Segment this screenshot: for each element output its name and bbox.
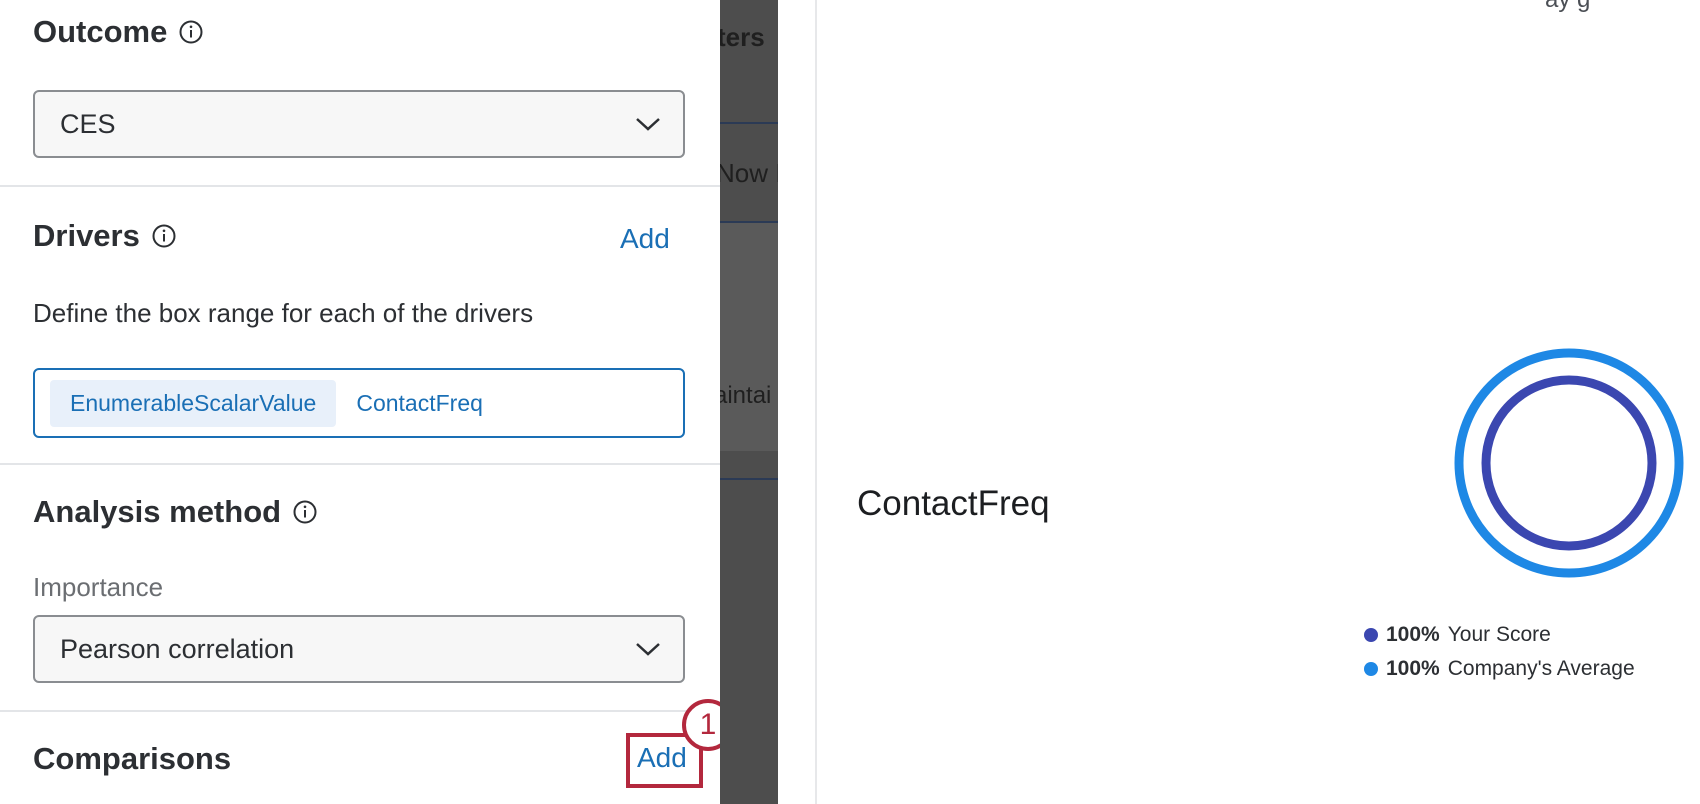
score-legend: 100% Your Score 100% Company's Average: [1364, 618, 1635, 686]
legend-company-average: 100% Company's Average: [1364, 652, 1635, 686]
importance-select-value: Pearson correlation: [60, 633, 295, 664]
divider: [0, 463, 720, 465]
widget-config-panel: Outcome CES Drivers Add Define the box r…: [0, 0, 720, 804]
your-score-label: Your Score: [1447, 623, 1551, 646]
truncated-header-text: ay g: [1545, 0, 1590, 14]
chevron-down-icon: [636, 118, 660, 131]
background-text-fragment: ters: [720, 22, 765, 52]
info-icon[interactable]: [152, 224, 176, 248]
outcome-select-value: CES: [60, 108, 116, 139]
driver-chip[interactable]: EnumerableScalarValue: [50, 379, 337, 427]
add-driver-button[interactable]: Add: [608, 217, 682, 261]
outcome-select[interactable]: CES: [33, 90, 685, 158]
legend-your-score: 100% Your Score: [1364, 618, 1635, 652]
company-average-ring: [1454, 348, 1684, 578]
divider: [0, 185, 720, 187]
comparisons-title: Comparisons: [33, 741, 232, 776]
drivers-heading: Drivers: [33, 218, 176, 254]
drivers-title: Drivers: [33, 218, 140, 253]
your-score-dot: [1364, 628, 1378, 642]
outcome-heading: Outcome: [33, 14, 203, 50]
company-average-dot: [1364, 662, 1378, 676]
background-text-fragment: aintai: [720, 382, 772, 409]
content-separator: [815, 0, 817, 804]
info-icon[interactable]: [179, 20, 203, 44]
background-panel: [720, 223, 778, 451]
info-icon[interactable]: [293, 500, 317, 524]
your-score-value: 100%: [1386, 623, 1440, 646]
importance-select[interactable]: Pearson correlation: [33, 615, 685, 683]
score-ring-chart: [1454, 348, 1684, 578]
outcome-title: Outcome: [33, 14, 168, 49]
background-text-fragment: Now I: [720, 158, 778, 188]
chevron-down-icon: [636, 643, 660, 656]
company-average-value: 100%: [1386, 657, 1440, 680]
analysis-title: Analysis method: [33, 494, 282, 529]
drivers-chip-list[interactable]: EnumerableScalarValue ContactFreq: [33, 368, 685, 438]
background-divider: [720, 122, 778, 124]
your-score-ring: [1481, 375, 1657, 551]
importance-label: Importance: [33, 572, 164, 602]
background-divider: [720, 478, 778, 480]
divider: [0, 710, 720, 712]
analysis-heading: Analysis method: [33, 494, 317, 530]
modal-backdrop[interactable]: ters Now I aintai: [720, 0, 778, 804]
company-average-label: Company's Average: [1447, 657, 1635, 680]
drivers-description: Define the box range for each of the dri…: [33, 298, 534, 328]
driver-name-label: ContactFreq: [857, 484, 1050, 523]
driver-chip[interactable]: ContactFreq: [350, 380, 503, 427]
